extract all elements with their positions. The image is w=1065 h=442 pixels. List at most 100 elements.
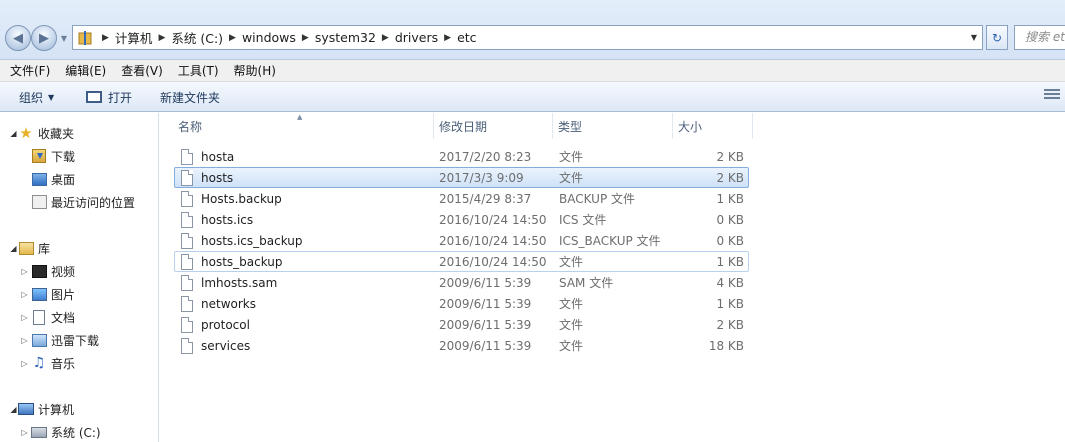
breadcrumb-system-drive[interactable]: 系统 (C:) bbox=[171, 28, 223, 47]
file-size: 1 KB bbox=[716, 296, 744, 311]
file-name: hosts_backup bbox=[201, 254, 283, 269]
refresh-button[interactable]: ↻ bbox=[986, 25, 1008, 50]
file-icon bbox=[181, 274, 193, 291]
expand-toggle-icon[interactable]: ◢ bbox=[9, 129, 18, 138]
expand-toggle-icon[interactable]: ▷ bbox=[20, 313, 29, 322]
file-type: 文件 bbox=[559, 318, 584, 332]
breadcrumb-separator-icon[interactable]: ▶ bbox=[382, 33, 389, 43]
menu-edit[interactable]: 编辑(E) bbox=[60, 62, 111, 79]
menu-help[interactable]: 帮助(H) bbox=[229, 62, 281, 79]
nav-favorites[interactable]: ◢ ★ 收藏夹 bbox=[9, 123, 74, 143]
menu-tools[interactable]: 工具(T) bbox=[173, 62, 224, 79]
file-row[interactable]: hosta 2017/2/20 8:23 文件 2 KB bbox=[174, 146, 749, 167]
column-header-date[interactable]: 修改日期 bbox=[434, 113, 553, 139]
nav-libraries[interactable]: ◢ 库 bbox=[9, 238, 50, 258]
file-name: hosta bbox=[201, 149, 235, 164]
file-icon bbox=[181, 337, 193, 354]
organize-label: 组织 bbox=[19, 90, 44, 105]
column-header-name[interactable]: ▲ 名称 bbox=[160, 113, 434, 139]
file-size: 0 KB bbox=[716, 233, 744, 248]
address-bar[interactable]: ▶ 计算机 ▶ 系统 (C:) ▶ windows ▶ system32 ▶ d… bbox=[72, 25, 983, 50]
breadcrumb-drivers[interactable]: drivers bbox=[395, 30, 438, 45]
thunder-downloads-icon bbox=[31, 333, 47, 347]
file-row-selected[interactable]: hosts 2017/3/3 9:09 文件 2 KB bbox=[174, 167, 749, 188]
file-row[interactable]: services 2009/6/11 5:39 文件 18 KB bbox=[174, 335, 749, 356]
nav-music[interactable]: ▷ ♫ 音乐 bbox=[20, 353, 75, 373]
expand-toggle-icon[interactable]: ▷ bbox=[20, 290, 29, 299]
nav-computer[interactable]: ◢ 计算机 bbox=[9, 399, 74, 419]
nav-videos[interactable]: ▷ 视频 bbox=[20, 261, 75, 281]
file-icon bbox=[181, 316, 193, 333]
file-size: 2 KB bbox=[716, 317, 744, 332]
menu-file[interactable]: 文件(F) bbox=[5, 62, 55, 79]
desktop-icon bbox=[31, 172, 47, 186]
breadcrumb-separator-icon[interactable]: ▶ bbox=[444, 33, 451, 43]
file-type: 文件 bbox=[559, 297, 584, 311]
nav-downloads[interactable]: 下载 bbox=[31, 146, 75, 166]
column-header-type[interactable]: 类型 bbox=[553, 113, 673, 139]
file-type: SAM 文件 bbox=[559, 276, 614, 290]
file-date: 2017/3/3 9:09 bbox=[439, 170, 524, 185]
file-size: 1 KB bbox=[716, 254, 744, 269]
expand-toggle-icon[interactable]: ◢ bbox=[9, 244, 18, 253]
back-button[interactable]: ◀ bbox=[5, 25, 31, 51]
file-icon bbox=[181, 253, 193, 270]
address-dropdown-icon[interactable]: ▼ bbox=[968, 30, 980, 45]
open-window-icon bbox=[86, 91, 102, 103]
file-type: BACKUP 文件 bbox=[559, 192, 635, 206]
file-row[interactable]: hosts.ics 2016/10/24 14:50 ICS 文件 0 KB bbox=[174, 209, 749, 230]
nav-thunder-downloads[interactable]: ▷ 迅雷下载 bbox=[20, 330, 99, 350]
recent-pages-dropdown[interactable]: ▼ bbox=[59, 31, 69, 45]
breadcrumb-separator-icon[interactable]: ▶ bbox=[229, 33, 236, 43]
file-row-hovered[interactable]: hosts_backup 2016/10/24 14:50 文件 1 KB bbox=[174, 251, 749, 272]
nav-music-label: 音乐 bbox=[51, 356, 76, 371]
file-type: ICS_BACKUP 文件 bbox=[559, 234, 661, 248]
star-icon: ★ bbox=[19, 124, 33, 142]
file-name: hosts bbox=[201, 170, 234, 185]
file-name: hosts.ics_backup bbox=[201, 233, 303, 248]
expand-toggle-icon[interactable]: ▷ bbox=[20, 359, 29, 368]
breadcrumb-system32[interactable]: system32 bbox=[315, 30, 376, 45]
expand-toggle-icon[interactable]: ◢ bbox=[9, 405, 18, 414]
menu-view[interactable]: 查看(V) bbox=[116, 62, 168, 79]
file-date: 2009/6/11 5:39 bbox=[439, 317, 532, 332]
nav-recent-places[interactable]: 最近访问的位置 bbox=[31, 192, 135, 212]
breadcrumb-windows[interactable]: windows bbox=[242, 30, 296, 45]
column-header-size[interactable]: 大小 bbox=[673, 113, 753, 139]
nav-documents[interactable]: ▷ 文档 bbox=[20, 307, 75, 327]
expand-toggle-icon[interactable]: ▷ bbox=[20, 267, 29, 276]
file-row[interactable]: Hosts.backup 2015/4/29 8:37 BACKUP 文件 1 … bbox=[174, 188, 749, 209]
sort-ascending-icon: ▲ bbox=[297, 113, 303, 121]
organize-button[interactable]: 组织 ▼ bbox=[19, 85, 54, 109]
search-input[interactable]: 搜索 etc bbox=[1014, 25, 1065, 50]
downloads-folder-icon bbox=[32, 149, 46, 163]
breadcrumb-computer[interactable]: 计算机 bbox=[115, 28, 153, 47]
music-icon: ♫ bbox=[32, 355, 46, 371]
breadcrumb-separator-icon[interactable]: ▶ bbox=[302, 33, 309, 43]
file-icon bbox=[181, 190, 193, 207]
nav-videos-label: 视频 bbox=[51, 264, 76, 279]
breadcrumb-separator-icon[interactable]: ▶ bbox=[102, 33, 109, 43]
nav-desktop[interactable]: 桌面 bbox=[31, 169, 75, 189]
file-row[interactable]: hosts.ics_backup 2016/10/24 14:50 ICS_BA… bbox=[174, 230, 749, 251]
change-view-icon[interactable] bbox=[1044, 89, 1060, 103]
open-button[interactable]: 打开 bbox=[86, 85, 132, 109]
drive-icon bbox=[31, 426, 47, 438]
new-folder-label: 新建文件夹 bbox=[160, 90, 221, 105]
breadcrumb-separator-icon[interactable]: ▶ bbox=[158, 33, 165, 43]
recent-places-icon bbox=[31, 195, 47, 209]
file-row[interactable]: networks 2009/6/11 5:39 文件 1 KB bbox=[174, 293, 749, 314]
nav-system-drive[interactable]: ▷ 系统 (C:) bbox=[20, 422, 100, 442]
nav-libraries-label: 库 bbox=[38, 241, 51, 256]
breadcrumb-etc[interactable]: etc bbox=[457, 30, 476, 45]
forward-button[interactable]: ▶ bbox=[31, 25, 57, 51]
expand-toggle-icon[interactable]: ▷ bbox=[20, 428, 29, 437]
file-row[interactable]: protocol 2009/6/11 5:39 文件 2 KB bbox=[174, 314, 749, 335]
file-row[interactable]: lmhosts.sam 2009/6/11 5:39 SAM 文件 4 KB bbox=[174, 272, 749, 293]
nav-pictures-label: 图片 bbox=[51, 287, 76, 302]
new-folder-button[interactable]: 新建文件夹 bbox=[160, 85, 220, 109]
nav-pictures[interactable]: ▷ 图片 bbox=[20, 284, 75, 304]
expand-toggle-icon[interactable]: ▷ bbox=[20, 336, 29, 345]
file-date: 2009/6/11 5:39 bbox=[439, 296, 532, 311]
nav-recent-label: 最近访问的位置 bbox=[51, 195, 136, 210]
